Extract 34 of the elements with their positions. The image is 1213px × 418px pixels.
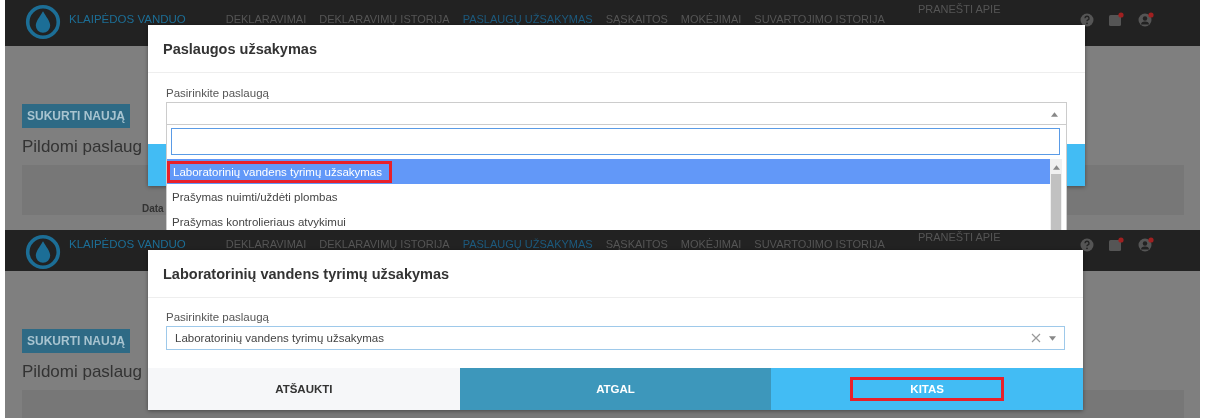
page-heading: Pildomi paslaug	[22, 362, 142, 382]
field-label: Pasirinkite paslaugą	[166, 87, 270, 99]
dropdown-option[interactable]: Prašymas kontrolieriaus atvykimui	[167, 209, 1050, 230]
page-heading: Pildomi paslaug	[22, 137, 142, 157]
scrollbar[interactable]	[1050, 159, 1062, 230]
back-button[interactable]: ATGAL	[459, 368, 772, 410]
message-icon[interactable]	[1108, 12, 1125, 28]
scroll-up-arrow-icon[interactable]	[1052, 165, 1060, 170]
brand-name: KLAIPĖDOS VANDUO	[69, 13, 186, 25]
help-icon[interactable]	[1080, 238, 1095, 252]
clear-icon[interactable]	[1031, 333, 1041, 343]
dropdown-option[interactable]: Laboratorinių vandens tyrimų užsakymas	[167, 159, 1050, 184]
create-new-button[interactable]: SUKURTI NAUJĄ	[22, 104, 130, 128]
user-icon[interactable]	[1138, 237, 1155, 253]
help-icon[interactable]	[1080, 13, 1095, 27]
caret-up-icon	[1051, 111, 1058, 117]
dialog-title: Laboratorinių vandens tyrimų užsakymas	[148, 250, 1083, 298]
user-icon[interactable]	[1138, 12, 1155, 28]
brand-name: KLAIPĖDOS VANDUO	[69, 238, 186, 250]
nav-link[interactable]: PASLAUGŲ UŽSAKYMAS	[462, 238, 593, 250]
service-select[interactable]: Laboratorinių vandens tyrimų užsakymas	[166, 326, 1065, 350]
caret-down-icon	[1049, 335, 1056, 341]
water-drop-logo-icon	[25, 234, 61, 270]
message-icon[interactable]	[1108, 237, 1125, 253]
water-drop-logo-icon	[25, 4, 61, 40]
create-new-button[interactable]: SUKURTI NAUJĄ	[22, 329, 130, 353]
field-label: Pasirinkite paslaugą	[166, 311, 270, 323]
column-header: Data	[142, 203, 164, 214]
search-field[interactable]	[171, 128, 1060, 155]
next-button[interactable]: KITAS	[771, 368, 1083, 410]
dropdown-option[interactable]: Prašymas nuimti/uždėti plombas	[167, 184, 1050, 209]
nav-link[interactable]: PASLAUGŲ UŽSAKYMAS	[462, 13, 593, 25]
dialog-title: Paslaugos užsakymas	[148, 25, 1085, 73]
cancel-button[interactable]: ATŠAUKTI	[148, 368, 460, 410]
